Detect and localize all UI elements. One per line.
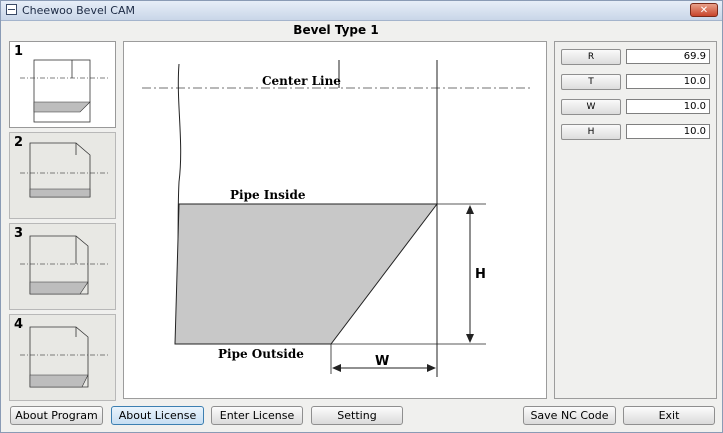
bevel-type-3-icon (20, 235, 110, 295)
param-w-button[interactable]: W (561, 99, 621, 115)
param-t-field[interactable]: 10.0 (626, 74, 710, 89)
about-license-button[interactable]: About License (111, 406, 204, 425)
bevel-type-1-thumbnail[interactable]: 1 (9, 41, 116, 128)
h-arrow-bottom (466, 334, 474, 343)
bevel-type-1-icon (20, 59, 110, 123)
exit-button[interactable]: Exit (623, 406, 715, 425)
h-dimension-label: H (475, 267, 486, 282)
param-r-button[interactable]: R (561, 49, 621, 65)
parameter-panel: R 69.9 T 10.0 W 10.0 H 10.0 (554, 41, 717, 399)
param-w-field[interactable]: 10.0 (626, 99, 710, 114)
bevel-type-heading: Bevel Type 1 (293, 23, 379, 37)
enter-license-button[interactable]: Enter License (211, 406, 303, 425)
param-h-field[interactable]: 10.0 (626, 124, 710, 139)
w-arrow-left (332, 364, 341, 372)
h-arrow-top (466, 205, 474, 214)
about-program-button[interactable]: About Program (10, 406, 103, 425)
bevel-drawing-canvas: Center Line Pipe Inside Pipe Outside H W (123, 41, 547, 399)
app-icon (6, 4, 17, 15)
w-dimension-label: W (375, 354, 389, 369)
param-r-field[interactable]: 69.9 (626, 49, 710, 64)
param-t-button[interactable]: T (561, 74, 621, 90)
save-nc-code-button[interactable]: Save NC Code (523, 406, 616, 425)
bevel-type-2-thumbnail[interactable]: 2 (9, 132, 116, 219)
center-line-label: Center Line (262, 74, 341, 88)
close-button[interactable]: ✕ (690, 3, 718, 17)
bevel-drawing: Center Line Pipe Inside Pipe Outside H W (142, 60, 530, 377)
w-arrow-right (427, 364, 436, 372)
setting-button[interactable]: Setting (311, 406, 403, 425)
bevel-type-4-thumbnail[interactable]: 4 (9, 314, 116, 401)
bevel-type-3-thumbnail[interactable]: 3 (9, 223, 116, 310)
pipe-inside-label: Pipe Inside (230, 188, 306, 202)
app-window: Cheewoo Bevel CAM ✕ Bevel Type 1 1 2 3 4… (0, 0, 723, 433)
bevel-type-2-icon (20, 142, 110, 198)
title-bar: Cheewoo Bevel CAM ✕ (1, 1, 722, 21)
pipe-outside-label: Pipe Outside (218, 347, 304, 361)
bevel-type-4-icon (20, 326, 110, 388)
param-h-button[interactable]: H (561, 124, 621, 140)
bevel-section (174, 203, 439, 345)
window-title: Cheewoo Bevel CAM (22, 4, 135, 17)
